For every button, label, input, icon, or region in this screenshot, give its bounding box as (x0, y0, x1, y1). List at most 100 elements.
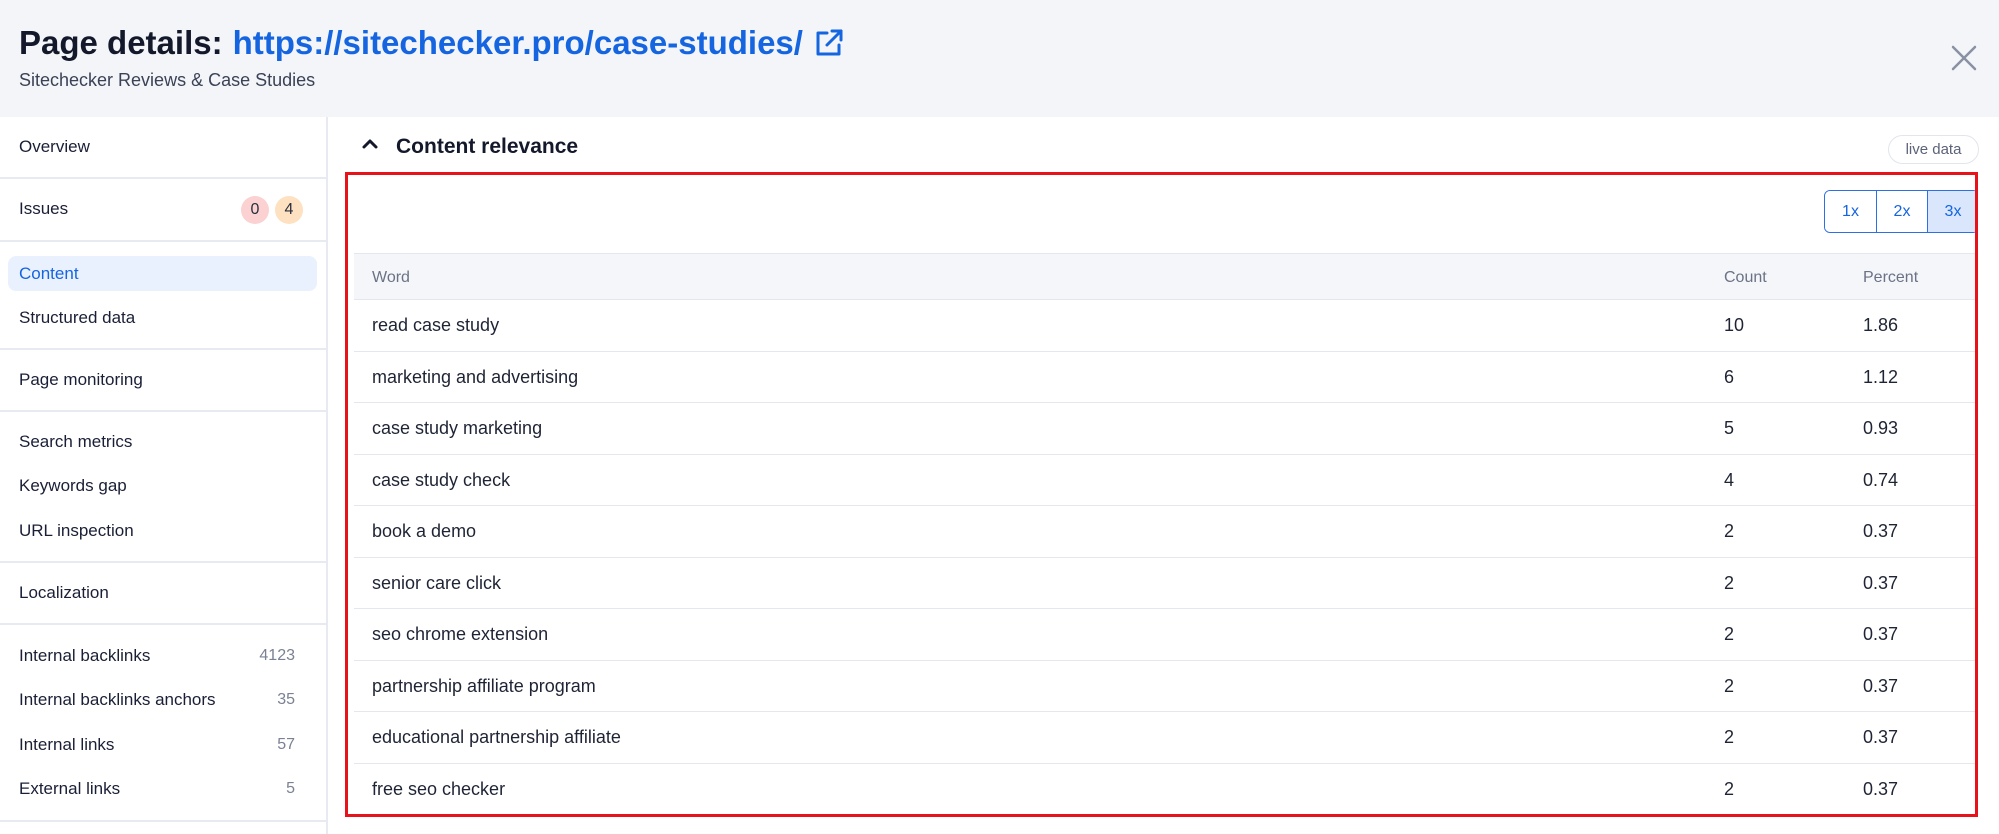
divider (0, 820, 328, 822)
sidebar-item-label: Keywords gap (19, 475, 127, 495)
page-subtitle: Sitechecker Reviews & Case Studies (19, 70, 316, 90)
content-relevance-toggle[interactable]: Content relevance (360, 134, 578, 159)
sidebar-item-page-monitoring[interactable]: Page monitoring (8, 362, 317, 397)
table-row: book a demo 2 0.37 (354, 506, 1975, 558)
page-title: Page details: https://sitechecker.pro/ca… (19, 24, 845, 62)
word-cell: senior care click (372, 572, 502, 593)
word-cell: read case study (372, 315, 500, 335)
sidebar-item-label: Overview (19, 136, 90, 156)
word-cell: marketing and advertising (372, 366, 579, 387)
section-title: Content relevance (396, 134, 579, 158)
sidebar-item-label: URL inspection (19, 520, 134, 540)
ngram-1x-button[interactable]: 1x (1825, 191, 1876, 232)
ngram-toggle-group: 1x 2x 3x (1824, 190, 1975, 233)
sidebar-item-label: Search metrics (19, 431, 133, 451)
table-row: free seo checker 2 0.37 (354, 764, 1975, 815)
sidebar-item-count: 5 (286, 779, 295, 797)
count-cell: 10 (1724, 315, 1745, 335)
sidebar-item-label: External links (19, 778, 121, 798)
divider (0, 561, 328, 563)
sidebar-item-external-links[interactable]: External links 5 (8, 771, 317, 806)
table-row: case study marketing 5 0.93 (354, 403, 1975, 455)
count-cell: 2 (1724, 675, 1735, 696)
chevron-up-icon (360, 134, 380, 159)
word-cell: seo chrome extension (372, 624, 549, 644)
count-cell: 2 (1724, 727, 1735, 747)
sidebar-item-localization[interactable]: Localization (8, 575, 317, 610)
sidebar-item-label: Internal backlinks anchors (19, 689, 216, 709)
issues-errors-badge: 0 (241, 196, 269, 224)
percent-cell: 0.93 (1863, 418, 1899, 438)
table-row: senior care click 2 0.37 (354, 558, 1975, 609)
sidebar-item-content[interactable]: Content (8, 256, 317, 291)
sidebar-item-count: 57 (277, 735, 295, 753)
table-row: read case study 10 1.86 (354, 300, 1975, 352)
word-cell: partnership affiliate program (372, 675, 596, 696)
sidebar-item-internal-links[interactable]: Internal links 57 (8, 727, 317, 762)
ngram-2x-button[interactable]: 2x (1876, 191, 1927, 232)
table-row: seo chrome extension 2 0.37 (354, 609, 1975, 661)
divider (0, 410, 328, 412)
content-relevance-panel: 1x 2x 3x Word Count Percent read case st… (345, 172, 1978, 817)
word-cell: educational partnership affiliate (372, 727, 621, 747)
count-cell: 2 (1724, 778, 1735, 799)
divider (0, 177, 328, 179)
count-cell: 2 (1724, 624, 1735, 644)
percent-cell: 0.37 (1863, 572, 1899, 593)
sidebar-item-label: Issues (19, 198, 69, 218)
sidebar-item-label: Content (19, 263, 79, 283)
word-cell: case study check (372, 469, 511, 490)
column-header-count[interactable]: Count (1724, 254, 1767, 301)
live-data-badge: live data (1888, 135, 1979, 164)
sidebar-item-count: 35 (277, 690, 295, 708)
sidebar-item-structured-data[interactable]: Structured data (8, 300, 317, 335)
sidebar-item-label: Localization (19, 582, 109, 602)
table-body: read case study 10 1.86 marketing and adver… (354, 300, 1975, 815)
page-title-label: Page details: (19, 24, 223, 61)
ngram-3x-button[interactable]: 3x (1927, 191, 1975, 232)
sidebar-item-count: 4123 (259, 646, 295, 664)
table-row: case study check 4 0.74 (354, 455, 1975, 506)
count-cell: 5 (1724, 418, 1735, 438)
sidebar-item-url-inspection[interactable]: URL inspection (8, 513, 317, 548)
column-header-word[interactable]: Word (372, 254, 410, 301)
word-cell: free seo checker (372, 778, 506, 799)
table-header: Word Count Percent (354, 253, 1975, 300)
sidebar-item-internal-backlinks-anchors[interactable]: Internal backlinks anchors 35 (8, 682, 317, 717)
table-row: educational partnership affiliate 2 0.37 (354, 712, 1975, 764)
sidebar-item-keywords-gap[interactable]: Keywords gap (8, 468, 317, 503)
percent-cell: 0.37 (1863, 521, 1899, 541)
percent-cell: 0.74 (1863, 469, 1899, 490)
page-url-link[interactable]: https://sitechecker.pro/case-studies/ (233, 24, 803, 62)
sidebar: Overview Issues 0 4 Content Structured d… (0, 117, 328, 834)
percent-cell: 0.37 (1863, 624, 1899, 644)
sidebar-item-label: Structured data (19, 307, 136, 327)
close-icon[interactable] (1950, 44, 1978, 72)
page-header: Page details: https://sitechecker.pro/ca… (0, 0, 1999, 117)
sidebar-item-search-metrics[interactable]: Search metrics (8, 424, 317, 459)
divider (0, 240, 328, 242)
count-cell: 2 (1724, 521, 1735, 541)
sidebar-item-label: Internal backlinks (19, 645, 151, 665)
percent-cell: 0.37 (1863, 727, 1899, 747)
count-cell: 2 (1724, 572, 1735, 593)
sidebar-item-internal-backlinks[interactable]: Internal backlinks 4123 (8, 638, 317, 673)
percent-cell: 1.86 (1863, 315, 1899, 335)
word-cell: case study marketing (372, 418, 543, 438)
sidebar-item-overview[interactable]: Overview (8, 129, 317, 164)
sidebar-item-label: Internal links (19, 734, 115, 754)
sidebar-item-label: Page monitoring (19, 369, 143, 389)
word-table: Word Count Percent read case study 10 1.86… (354, 253, 1975, 815)
word-cell: book a demo (372, 521, 477, 541)
count-cell: 6 (1724, 366, 1735, 387)
divider (0, 623, 328, 625)
issues-warnings-badge: 4 (275, 196, 303, 224)
percent-cell: 0.37 (1863, 675, 1899, 696)
sidebar-item-issues[interactable]: Issues (8, 191, 317, 226)
percent-cell: 0.37 (1863, 778, 1899, 799)
table-row: marketing and advertising 6 1.12 (354, 352, 1975, 403)
divider (0, 348, 328, 350)
table-row: partnership affiliate program 2 0.37 (354, 661, 1975, 712)
column-header-percent[interactable]: Percent (1863, 254, 1918, 301)
external-link-icon[interactable] (813, 27, 845, 59)
